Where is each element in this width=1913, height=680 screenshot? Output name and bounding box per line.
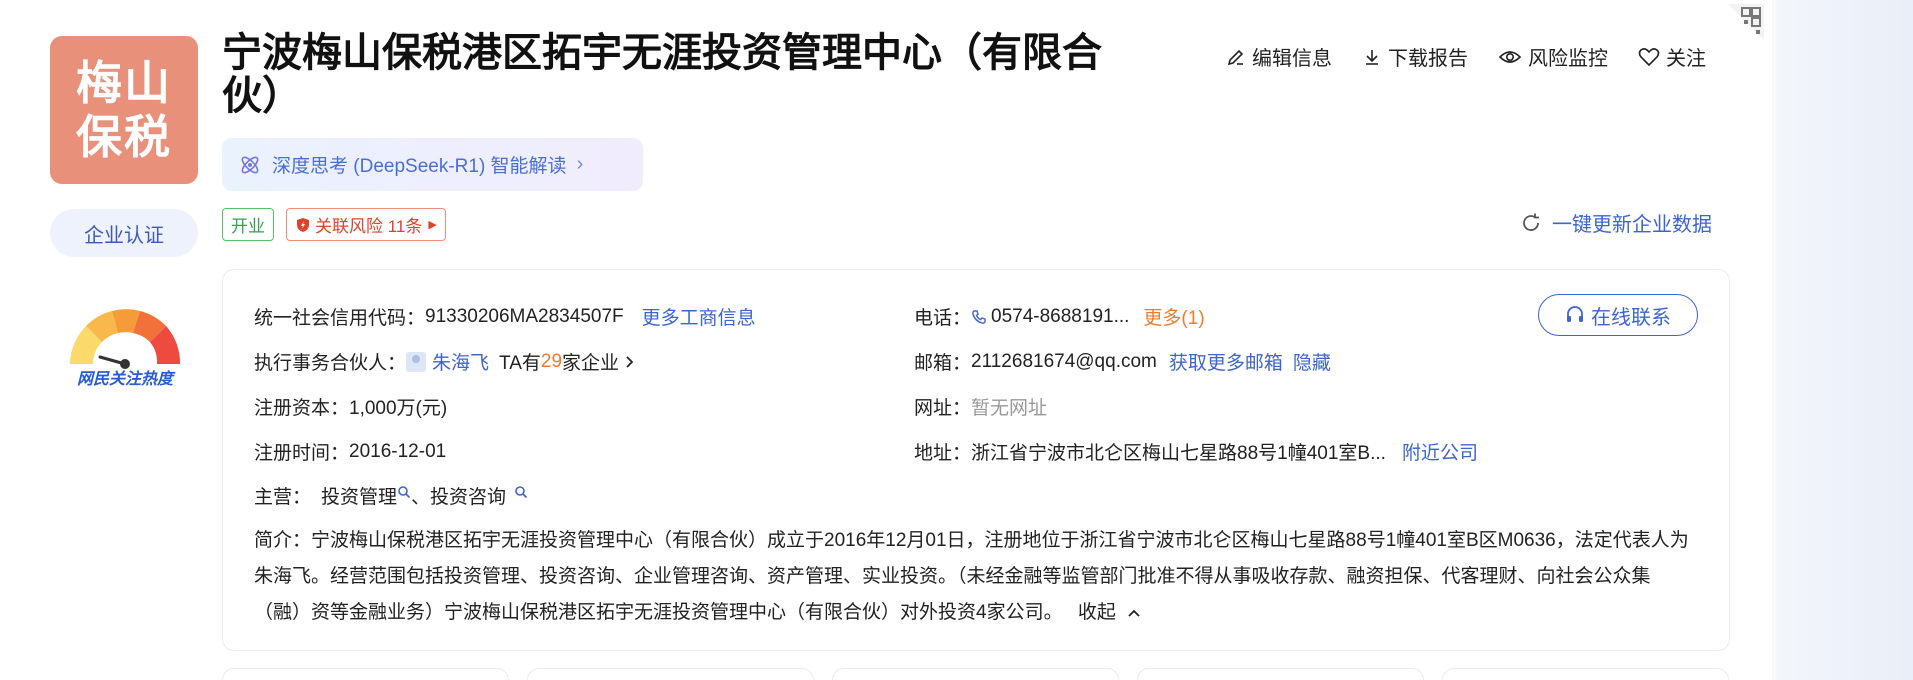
- main-item2: 投资咨询: [430, 487, 507, 508]
- partner-name-link[interactable]: 朱海飞: [432, 348, 489, 375]
- capital-label: 注册资本：: [254, 398, 350, 419]
- ai-interpret-button[interactable]: 深度思考 (DeepSeek-R1) 智能解读 ›: [222, 138, 643, 191]
- partner-row: 执行事务合伙人： 朱海飞 TA有 29 家企业: [254, 348, 635, 375]
- partner-count: 29: [540, 350, 563, 372]
- heart-icon: [1638, 47, 1660, 66]
- company-name: 宁波梅山保税港区拓宇无涯投资管理中心（有限合伙）: [222, 30, 1102, 119]
- search-icon[interactable]: [397, 485, 411, 499]
- main-business-row: 主营： 投资管理 、 投资咨询: [254, 482, 528, 509]
- credit-code-label: 统一社会信用代码：: [254, 308, 426, 329]
- bottom-tab[interactable]: [1442, 668, 1729, 680]
- chevron-up-icon: [1128, 609, 1140, 617]
- status-tags: 开业 关联风险 11条 ▶: [222, 208, 446, 241]
- logo-line2: 保税: [76, 110, 172, 164]
- edit-button[interactable]: 编辑信息: [1226, 42, 1332, 71]
- online-contact-button[interactable]: 在线联系: [1538, 294, 1698, 336]
- collapse-label: 收起: [1077, 602, 1116, 623]
- more-email-link[interactable]: 获取更多邮箱: [1169, 348, 1283, 375]
- right-background: [1775, 0, 1913, 680]
- chevron-right-icon: ›: [576, 153, 584, 175]
- heat-label: 网民关注热度: [76, 371, 173, 388]
- desc-text: 宁波梅山保税港区拓宇无涯投资管理中心（有限合伙）成立于2016年12月01日，注…: [254, 530, 1689, 623]
- monitor-button[interactable]: 风险监控: [1498, 42, 1608, 71]
- phone-row: 电话： 0574-8688191... 更多(1): [914, 303, 1205, 330]
- refresh-icon: [1523, 213, 1539, 231]
- top-actions: 编辑信息 下载报告 风险监控 关注: [1226, 42, 1736, 71]
- qr-code-icon[interactable]: [1728, 4, 1764, 40]
- eye-icon: [1498, 50, 1522, 63]
- online-contact-label: 在线联系: [1591, 306, 1671, 329]
- download-label: 下载报告: [1388, 48, 1468, 70]
- hide-email-link[interactable]: 隐藏: [1293, 348, 1331, 375]
- refresh-label: 一键更新企业数据: [1552, 214, 1712, 236]
- headset-icon: [1567, 306, 1583, 322]
- bottom-tabs: [222, 668, 1729, 680]
- company-description: 简介：宁波梅山保税港区拓宇无涯投资管理中心（有限合伙）成立于2016年12月01…: [254, 523, 1694, 631]
- logo-line1: 梅山: [76, 56, 172, 110]
- reg-time-value: 2016-12-01: [349, 440, 447, 462]
- phone-value: 0574-8688191...: [991, 305, 1130, 327]
- caret-right-icon: ▶: [428, 219, 437, 231]
- partner-ta-suffix: 家企业: [562, 353, 620, 374]
- download-icon: [1366, 49, 1378, 65]
- phone-more-link[interactable]: 更多(1): [1143, 303, 1204, 330]
- email-value: 2112681674@qq.com: [971, 350, 1157, 372]
- nearby-company-link[interactable]: 附近公司: [1402, 438, 1478, 465]
- email-label: 邮箱：: [914, 353, 972, 374]
- credit-code-row: 统一社会信用代码： 91330206MA2834507F 更多工商信息: [254, 303, 756, 330]
- address-row: 地址： 浙江省宁波市北仑区梅山七星路88号1幢401室B... 附近公司: [914, 438, 1478, 465]
- ai-label: 深度思考 (DeepSeek-R1) 智能解读: [272, 156, 567, 177]
- website-label: 网址：: [914, 398, 972, 419]
- address-label: 地址：: [914, 443, 972, 464]
- capital-row: 注册资本： 1,000万(元): [254, 393, 447, 420]
- cert-button[interactable]: 企业认证: [50, 209, 198, 257]
- phone-icon: [972, 309, 986, 324]
- edit-label: 编辑信息: [1252, 48, 1332, 70]
- website-value: 暂无网址: [971, 398, 1048, 419]
- shield-icon: [297, 217, 309, 232]
- website-row: 网址： 暂无网址: [914, 393, 1047, 420]
- reg-time-row: 注册时间： 2016-12-01: [254, 438, 446, 465]
- collapse-link[interactable]: 收起: [1078, 602, 1141, 623]
- bottom-tab[interactable]: [222, 668, 509, 680]
- partner-label: 执行事务合伙人：: [254, 353, 407, 374]
- company-logo: 梅山 保税: [50, 36, 198, 184]
- more-business-link[interactable]: 更多工商信息: [642, 303, 756, 330]
- refresh-data-link[interactable]: 一键更新企业数据: [1520, 208, 1712, 237]
- email-row: 邮箱： 2112681674@qq.com 获取更多邮箱 隐藏: [914, 348, 1331, 375]
- risk-label: 关联风险 11条: [315, 217, 423, 236]
- edit-icon: [1227, 49, 1244, 65]
- credit-code-value: 91330206MA2834507F: [425, 305, 624, 327]
- main-label: 主营：: [254, 487, 312, 508]
- bottom-tab[interactable]: [527, 668, 814, 680]
- partner-ta-prefix: TA有: [499, 353, 541, 374]
- address-value: 浙江省宁波市北仑区梅山七星路88号1幢401室B...: [971, 443, 1386, 464]
- page-shadow: [1772, 0, 1776, 680]
- desc-label: 简介：: [254, 530, 312, 551]
- status-badge: 开业: [222, 208, 274, 241]
- monitor-label: 风险监控: [1528, 48, 1608, 70]
- bottom-tab[interactable]: [832, 668, 1119, 680]
- main-sep: 、: [411, 487, 431, 508]
- risk-badge[interactable]: 关联风险 11条 ▶: [286, 208, 446, 241]
- capital-value: 1,000万(元): [349, 398, 448, 419]
- phone-label: 电话：: [914, 308, 972, 329]
- chevron-right-icon[interactable]: [625, 355, 635, 369]
- bottom-tab[interactable]: [1137, 668, 1424, 680]
- download-button[interactable]: 下载报告: [1362, 42, 1468, 71]
- avatar: [406, 351, 427, 372]
- atom-icon: [241, 156, 259, 173]
- reg-time-label: 注册时间：: [254, 443, 350, 464]
- follow-button[interactable]: 关注: [1638, 42, 1706, 71]
- follow-label: 关注: [1666, 48, 1706, 70]
- search-icon[interactable]: [514, 485, 528, 499]
- main-item1: 投资管理: [321, 487, 398, 508]
